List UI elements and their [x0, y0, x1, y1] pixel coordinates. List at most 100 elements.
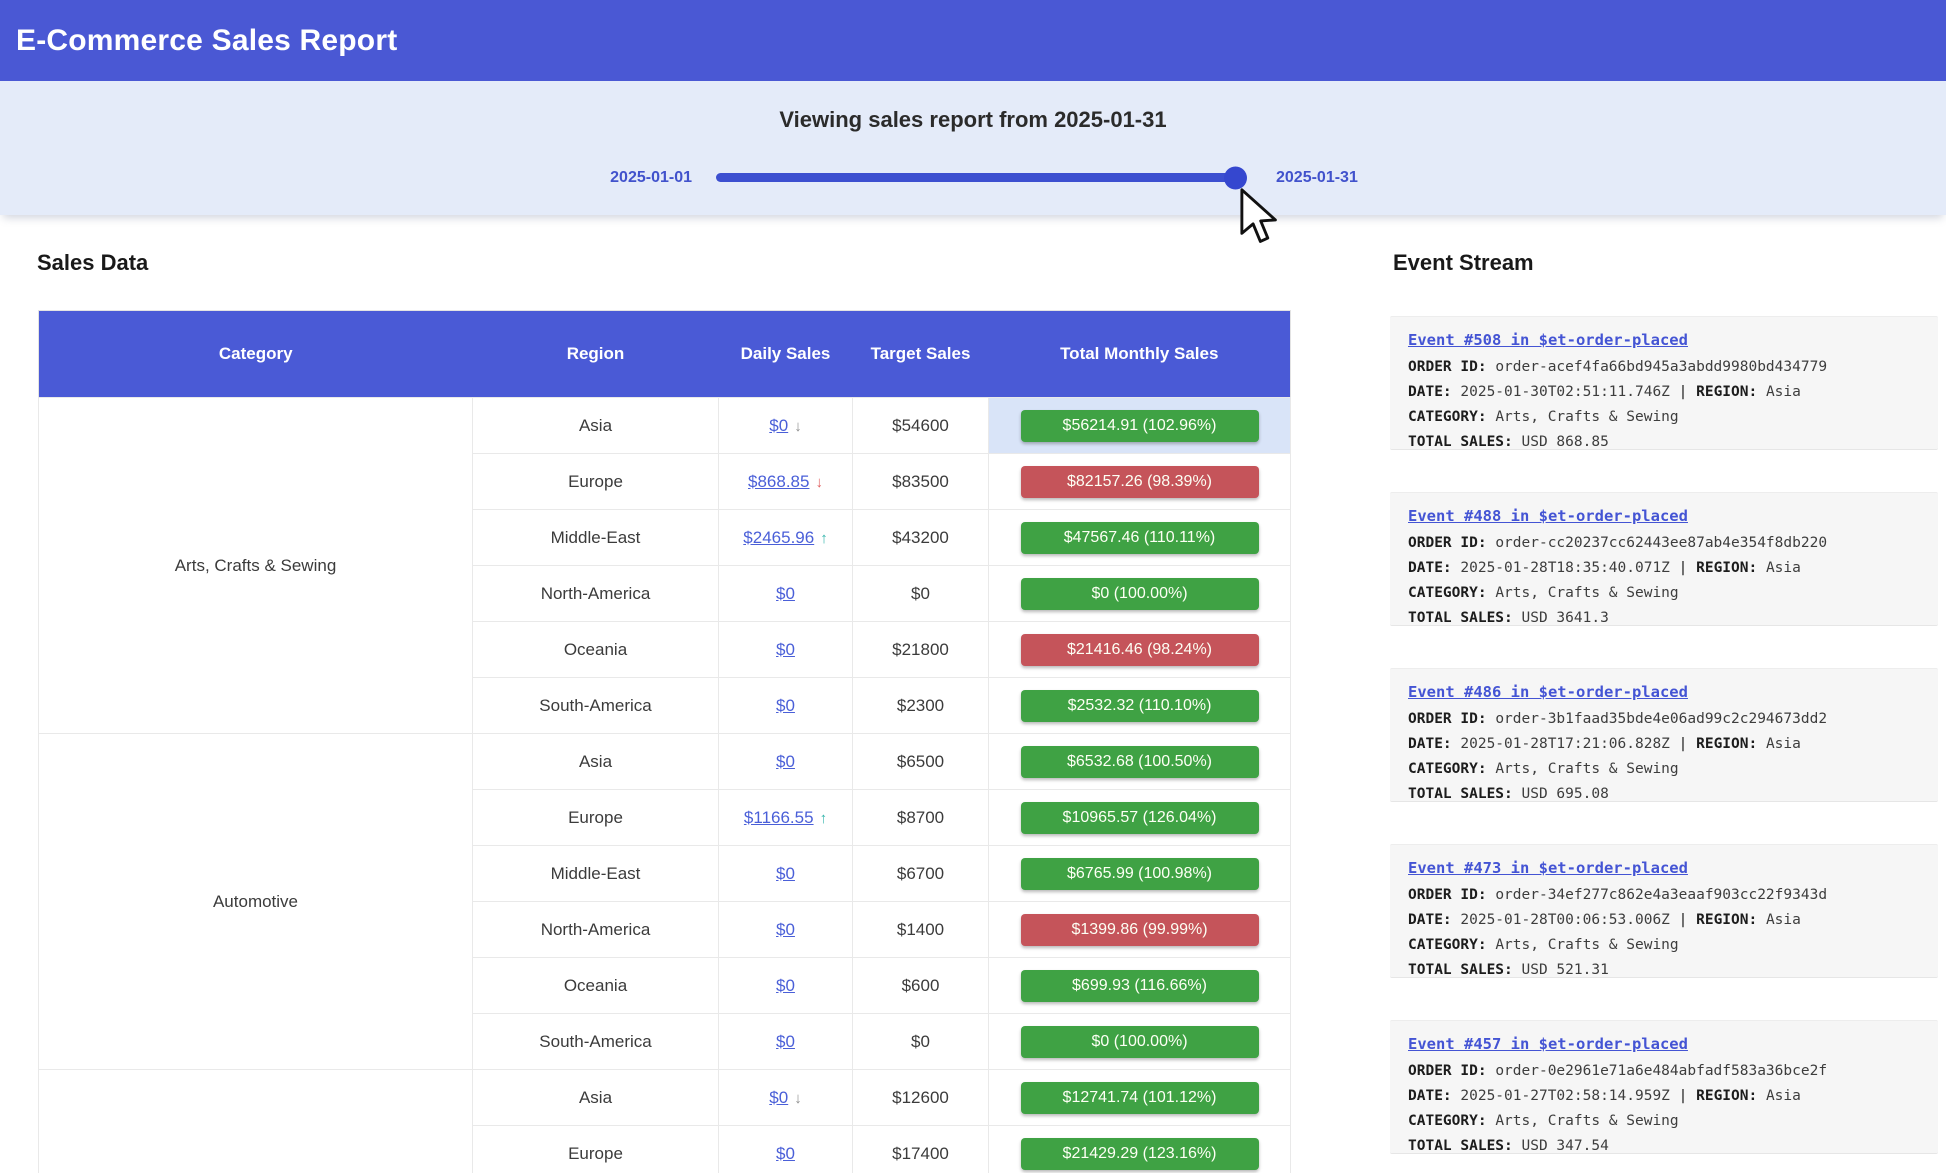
daily-sales-link[interactable]: $868.85 [748, 472, 809, 491]
event-link[interactable]: Event #488 in $et-order-placed [1408, 507, 1688, 525]
event-link[interactable]: Event #473 in $et-order-placed [1408, 859, 1688, 877]
monthly-sales-badge: $10965.57 (126.04%) [1021, 802, 1259, 834]
event-card: Event #457 in $et-order-placed ORDER ID:… [1390, 1020, 1938, 1154]
event-card: Event #508 in $et-order-placed ORDER ID:… [1390, 316, 1938, 450]
region-cell: Asia [473, 398, 719, 454]
daily-sales-cell: $0 [719, 622, 853, 678]
monthly-sales-cell: $6765.99 (100.98%) [989, 846, 1291, 902]
target-sales-cell: $17400 [853, 1126, 989, 1173]
monthly-sales-cell: $12741.74 (101.12%) [989, 1070, 1291, 1126]
target-sales-cell: $83500 [853, 454, 989, 510]
event-total-line: TOTAL SALES: USD 3641.3 [1408, 610, 1920, 627]
region-cell: Middle-East [473, 510, 719, 566]
date-slider-track[interactable] [716, 173, 1241, 182]
region-cell: Oceania [473, 622, 719, 678]
daily-sales-link[interactable]: $0 [776, 864, 795, 883]
monthly-sales-badge: $2532.32 (110.10%) [1021, 690, 1259, 722]
down-arrow-icon: ↓ [794, 418, 802, 435]
target-sales-cell: $0 [853, 1014, 989, 1070]
daily-sales-link[interactable]: $0 [776, 976, 795, 995]
monthly-sales-badge: $82157.26 (98.39%) [1021, 466, 1259, 498]
event-link[interactable]: Event #508 in $et-order-placed [1408, 331, 1688, 349]
target-sales-cell: $8700 [853, 790, 989, 846]
daily-sales-cell: $0 [719, 846, 853, 902]
daily-sales-link[interactable]: $0 [776, 640, 795, 659]
daily-sales-cell: $0 [719, 902, 853, 958]
monthly-sales-cell: $1399.86 (99.99%) [989, 902, 1291, 958]
daily-sales-cell: $0 [719, 734, 853, 790]
event-card: Event #488 in $et-order-placed ORDER ID:… [1390, 492, 1938, 626]
event-total-line: TOTAL SALES: USD 695.08 [1408, 786, 1920, 803]
sales-data-heading: Sales Data [37, 250, 148, 276]
slider-end-label: 2025-01-31 [1276, 169, 1376, 187]
separator-bar: | [1679, 1088, 1688, 1104]
monthly-sales-badge: $21429.29 (123.16%) [1021, 1138, 1259, 1170]
daily-sales-link[interactable]: $0 [776, 1144, 795, 1163]
category-cell: Automotive [39, 734, 473, 1070]
daily-sales-cell: $0 [719, 1126, 853, 1173]
app-title: E-Commerce Sales Report [16, 24, 397, 58]
event-order-id-line: ORDER ID: order-cc20237cc62443ee87ab4e35… [1408, 535, 1920, 552]
event-link[interactable]: Event #457 in $et-order-placed [1408, 1035, 1688, 1053]
target-sales-cell: $0 [853, 566, 989, 622]
region-cell: Europe [473, 1126, 719, 1173]
daily-sales-link[interactable]: $0 [769, 1088, 788, 1107]
daily-sales-link[interactable]: $0 [776, 696, 795, 715]
daily-sales-link[interactable]: $0 [776, 1032, 795, 1051]
date-slider-thumb[interactable] [1224, 166, 1247, 189]
target-sales-cell: $600 [853, 958, 989, 1014]
event-stream-heading: Event Stream [1393, 250, 1534, 276]
event-category-line: CATEGORY: Arts, Crafts & Sewing [1408, 1113, 1920, 1130]
daily-sales-link[interactable]: $0 [769, 416, 788, 435]
event-category-line: CATEGORY: Arts, Crafts & Sewing [1408, 585, 1920, 602]
daily-sales-link[interactable]: $0 [776, 584, 795, 603]
separator-bar: | [1679, 912, 1688, 928]
event-date-region-line: DATE: 2025-01-27T02:58:14.959Z | REGION:… [1408, 1088, 1920, 1105]
daily-sales-link[interactable]: $2465.96 [743, 528, 814, 547]
event-date-region-line: DATE: 2025-01-28T17:21:06.828Z | REGION:… [1408, 736, 1920, 753]
monthly-sales-badge: $0 (100.00%) [1021, 1026, 1259, 1058]
region-cell: Oceania [473, 958, 719, 1014]
region-cell: South-America [473, 1014, 719, 1070]
monthly-sales-cell: $56214.91 (102.96%) [989, 398, 1291, 454]
target-sales-cell: $21800 [853, 622, 989, 678]
target-sales-cell: $2300 [853, 678, 989, 734]
region-cell: Asia [473, 1070, 719, 1126]
daily-sales-cell: $2465.96 ↑ [719, 510, 853, 566]
sales-table-body: Arts, Crafts & SewingAsia$0↓$54600$56214… [39, 398, 1291, 1173]
monthly-sales-cell: $10965.57 (126.04%) [989, 790, 1291, 846]
table-header-row: Category Region Daily Sales Target Sales… [39, 311, 1291, 398]
monthly-sales-badge: $6532.68 (100.50%) [1021, 746, 1259, 778]
event-link[interactable]: Event #486 in $et-order-placed [1408, 683, 1688, 701]
column-header-target-sales: Target Sales [853, 311, 989, 398]
separator-bar: | [1679, 560, 1688, 576]
monthly-sales-badge: $699.93 (116.66%) [1021, 970, 1259, 1002]
monthly-sales-cell: $6532.68 (100.50%) [989, 734, 1291, 790]
region-cell: Europe [473, 790, 719, 846]
daily-sales-cell: $0↓ [719, 1070, 853, 1126]
monthly-sales-badge: $56214.91 (102.96%) [1021, 410, 1259, 442]
target-sales-cell: $54600 [853, 398, 989, 454]
table-row: AutomotiveAsia$0$6500$6532.68 (100.50%) [39, 734, 1291, 790]
event-total-line: TOTAL SALES: USD 521.31 [1408, 962, 1920, 979]
monthly-sales-badge: $1399.86 (99.99%) [1021, 914, 1259, 946]
slider-start-label: 2025-01-01 [596, 169, 692, 187]
category-cell: Arts, Crafts & Sewing [39, 398, 473, 734]
region-cell: North-America [473, 902, 719, 958]
slider-heading: Viewing sales report from 2025-01-31 [0, 107, 1946, 133]
monthly-sales-cell: $699.93 (116.66%) [989, 958, 1291, 1014]
up-arrow-icon: ↑ [820, 530, 828, 547]
monthly-sales-cell: $82157.26 (98.39%) [989, 454, 1291, 510]
monthly-sales-cell: $21429.29 (123.16%) [989, 1126, 1291, 1173]
daily-sales-cell: $0 [719, 1014, 853, 1070]
table-row: Arts, Crafts & SewingAsia$0↓$54600$56214… [39, 398, 1291, 454]
event-total-line: TOTAL SALES: USD 868.85 [1408, 434, 1920, 451]
daily-sales-link[interactable]: $0 [776, 920, 795, 939]
event-stream-list: Event #508 in $et-order-placed ORDER ID:… [1390, 316, 1938, 1173]
daily-sales-link[interactable]: $1166.55 [744, 808, 814, 827]
daily-sales-link[interactable]: $0 [776, 752, 795, 771]
monthly-sales-cell: $0 (100.00%) [989, 1014, 1291, 1070]
monthly-sales-cell: $47567.46 (110.11%) [989, 510, 1291, 566]
table-row: Asia$0↓$12600$12741.74 (101.12%) [39, 1070, 1291, 1126]
monthly-sales-badge: $0 (100.00%) [1021, 578, 1259, 610]
